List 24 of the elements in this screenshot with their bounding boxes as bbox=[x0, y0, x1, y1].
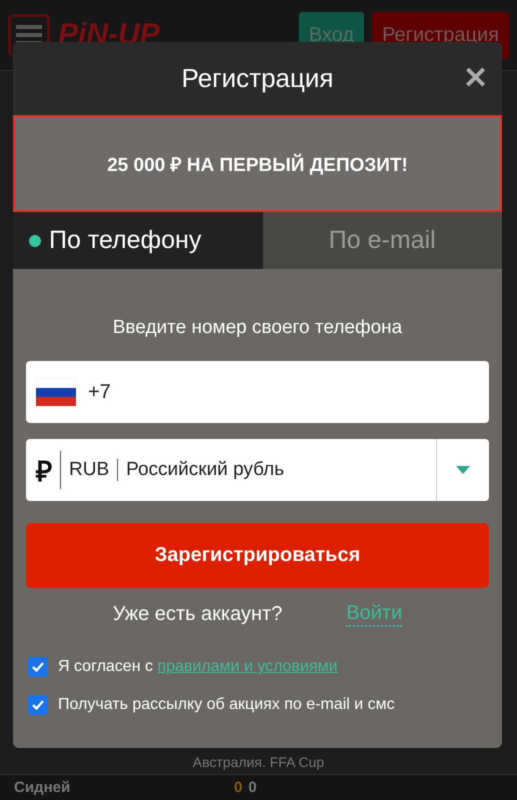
promo-banner: 25 000 ₽ НА ПЕРВЫЙ ДЕПОЗИТ! bbox=[13, 115, 502, 212]
score: 0 bbox=[234, 779, 242, 796]
register-submit-button[interactable]: Зарегистрироваться bbox=[26, 523, 489, 588]
flag-icon bbox=[36, 379, 76, 406]
caret-icon bbox=[456, 466, 470, 474]
currency-code: RUB bbox=[61, 459, 118, 481]
currency-dropdown[interactable]: ₽ RUB Российский рубль bbox=[26, 439, 489, 501]
checkbox[interactable] bbox=[28, 657, 48, 677]
tab[interactable]: По телефону bbox=[13, 212, 262, 269]
check-icon bbox=[32, 700, 44, 710]
phone-field[interactable]: +7 bbox=[26, 361, 489, 423]
account-question: Уже есть аккаунт? bbox=[112, 603, 282, 626]
currency-name: Российский рубль bbox=[125, 459, 286, 481]
dialog-title: Регистрация bbox=[182, 63, 334, 94]
score: 0 bbox=[248, 779, 257, 796]
check-icon bbox=[32, 662, 44, 672]
checkbox[interactable] bbox=[28, 695, 48, 715]
consent-text: Получать рассылку об акциях по e-mail и смс bbox=[58, 696, 395, 714]
tab[interactable]: По e-mail bbox=[262, 212, 502, 269]
phone-prompt: Введите номер своего телефона bbox=[112, 316, 404, 340]
close-button[interactable]: ✕ bbox=[463, 60, 488, 96]
consent-text: Я согласен с правилами и условиями bbox=[58, 658, 338, 676]
team-name: Сидней bbox=[14, 779, 72, 796]
league-title: Австралия. FFA Cup bbox=[192, 753, 326, 772]
